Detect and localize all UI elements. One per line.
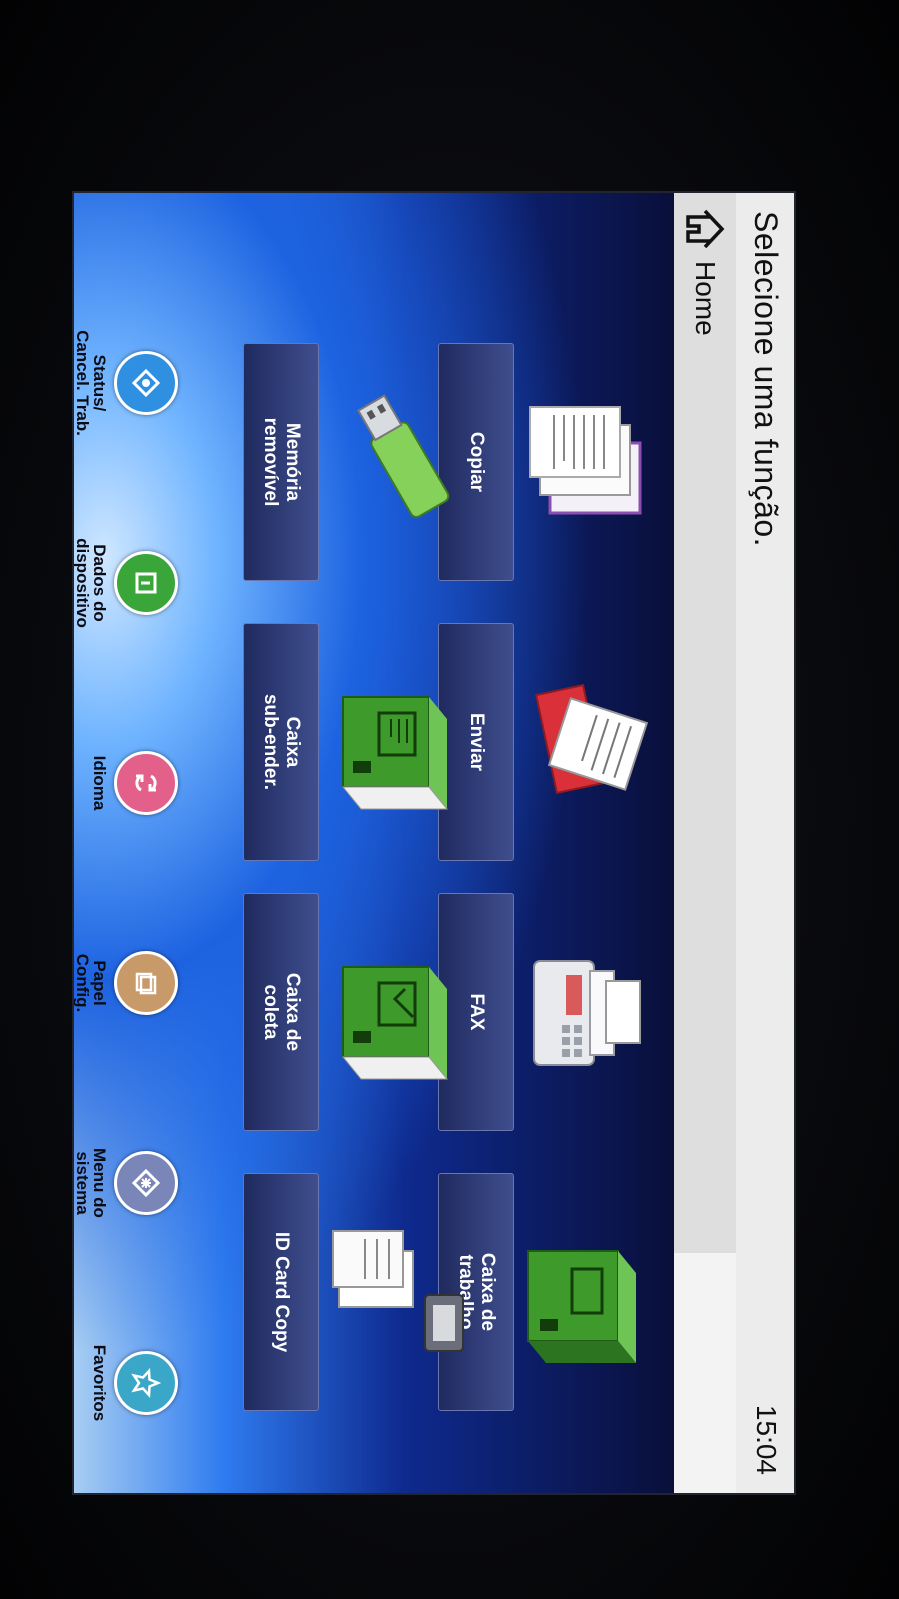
paper-settings-button[interactable]: Papel Config.	[73, 893, 184, 1073]
id-card-copy-icon	[332, 1230, 464, 1352]
fax-icon	[533, 960, 641, 1066]
tab-home[interactable]: Home	[674, 193, 736, 1253]
subaddress-box-tile[interactable]: Caixa sub-ender.	[199, 623, 459, 861]
usb-tile[interactable]: Memória removível	[199, 343, 459, 581]
page-title: Selecione uma função.	[748, 211, 784, 548]
device-info-icon	[114, 551, 178, 615]
polling-box-tile[interactable]: Caixa de coleta	[199, 893, 459, 1131]
paper-settings-label: Papel Config.	[73, 953, 109, 1013]
system-menu-icon	[114, 1151, 178, 1215]
polling-box-button[interactable]: Caixa de coleta	[243, 893, 319, 1131]
home-icon	[686, 209, 725, 249]
language-icon	[114, 751, 178, 815]
status-job-cancel-button[interactable]: Status/ Cancel. Trab.	[73, 293, 184, 473]
home-screen: Copiar Enviar FAX Caixa de trabalho Memó…	[73, 193, 674, 1493]
usb-drive-icon	[356, 394, 450, 519]
clock: 15:04	[751, 1404, 782, 1475]
system-menu-button[interactable]: Menu do sistema	[73, 1093, 184, 1273]
id-card-copy-tile[interactable]: ID Card Copy	[199, 1173, 464, 1411]
language-label: Idioma	[90, 755, 109, 811]
paper-settings-icon	[114, 951, 178, 1015]
subaddress-box-icon	[341, 696, 449, 810]
send-icon	[534, 683, 649, 795]
tab-bar: Home	[673, 193, 736, 1493]
tab-home-label: Home	[690, 261, 721, 336]
favorites-label: Favoritos	[90, 1344, 109, 1422]
usb-memory-button[interactable]: Memória removível	[243, 343, 319, 581]
job-box-icon	[527, 1250, 636, 1363]
message-bar: Selecione uma função. 15:04	[736, 193, 794, 1493]
language-button[interactable]: Idioma	[74, 693, 184, 873]
touch-panel: Selecione uma função. 15:04 Home Copiar …	[72, 191, 796, 1495]
device-info-button[interactable]: Dados do dispositivo	[73, 493, 184, 673]
favorites-button[interactable]: Favoritos	[74, 1293, 184, 1473]
bottom-bar: Status/ Cancel. Trab. Dados do dispositi…	[73, 193, 184, 1493]
status-icon	[114, 351, 178, 415]
copy-icon	[529, 406, 642, 515]
favorites-icon	[114, 1351, 178, 1415]
device-info-label: Dados do dispositivo	[73, 538, 109, 628]
system-menu-label: Menu do sistema	[73, 1148, 109, 1218]
polling-box-icon	[341, 966, 449, 1080]
id-card-copy-button[interactable]: ID Card Copy	[243, 1173, 319, 1411]
subaddress-box-button[interactable]: Caixa sub-ender.	[243, 623, 319, 861]
status-label: Status/ Cancel. Trab.	[73, 330, 109, 436]
